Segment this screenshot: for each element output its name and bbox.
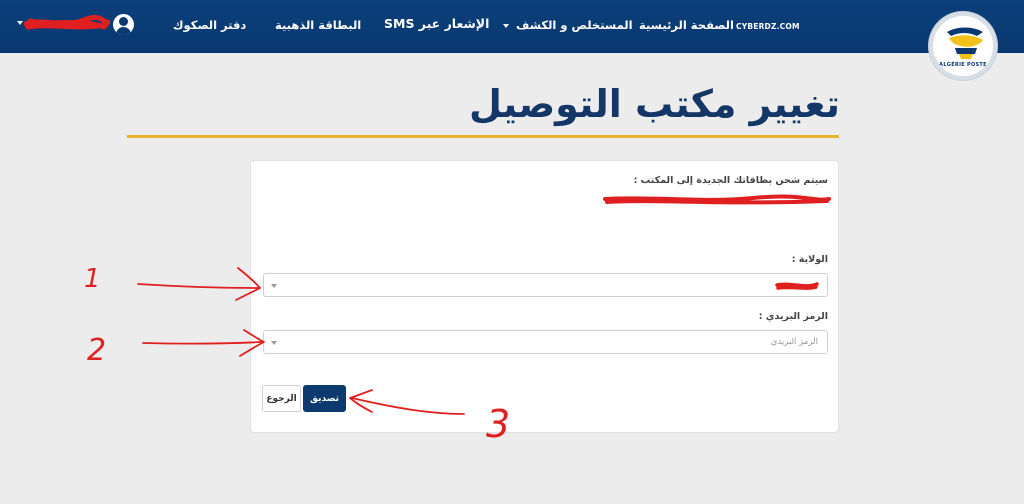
nav-cyberdz-link[interactable]: CYBERDZ.COM — [736, 22, 800, 31]
user-avatar-icon[interactable] — [113, 14, 134, 35]
delivery-notice-label: سيتم شحن بطاقاتك الجديدة إلى المكتب : — [633, 175, 828, 186]
chevron-down-icon — [503, 23, 509, 28]
top-navbar: CYBERDZ.COM الصفحة الرئيسية المستخلص و ا… — [0, 0, 1024, 53]
nav-statements[interactable]: المستخلص و الكشف — [500, 18, 633, 32]
chevron-down-icon — [271, 341, 277, 345]
redacted-username-scribble — [24, 15, 110, 30]
annotation-number-2: 2 — [87, 333, 106, 368]
redacted-wilaya-scribble — [775, 282, 819, 290]
back-button[interactable]: الرجوع — [262, 385, 301, 412]
wilaya-select[interactable] — [263, 273, 828, 297]
nav-checkbook[interactable]: دفتر الصكوك — [173, 18, 246, 32]
annotation-number-1: 1 — [84, 264, 101, 294]
nav-home[interactable]: الصفحة الرئيسية — [639, 18, 734, 32]
annotation-arrow-2 — [142, 341, 263, 345]
user-menu-chevron-icon[interactable] — [17, 21, 23, 25]
postal-code-select[interactable]: الرمز البريدي — [263, 330, 828, 354]
redacted-office-scribble — [603, 194, 831, 205]
annotation-arrow-1 — [137, 283, 259, 289]
nav-gold-card[interactable]: البطاقة الذهبية — [275, 18, 361, 32]
postal-code-label: الرمز البريدي : — [758, 311, 828, 322]
title-underline — [127, 135, 839, 138]
postal-code-placeholder: الرمز البريدي — [770, 337, 818, 347]
chevron-down-icon — [271, 284, 277, 288]
nav-sms[interactable]: الإشعار عبر SMS — [384, 16, 489, 31]
wilaya-label: الولاية : — [791, 254, 828, 265]
page-title: تغيير مكتب التوصيل — [469, 82, 840, 126]
algerie-poste-logo[interactable]: ALGÉRIE POSTE — [929, 12, 997, 80]
logo-caption: ALGÉRIE POSTE — [939, 62, 987, 68]
confirm-button[interactable]: تصديق — [303, 385, 346, 412]
delivery-office-form-card: سيتم شحن بطاقاتك الجديدة إلى المكتب : ال… — [250, 160, 839, 433]
nav-statements-label: المستخلص و الكشف — [516, 18, 633, 32]
